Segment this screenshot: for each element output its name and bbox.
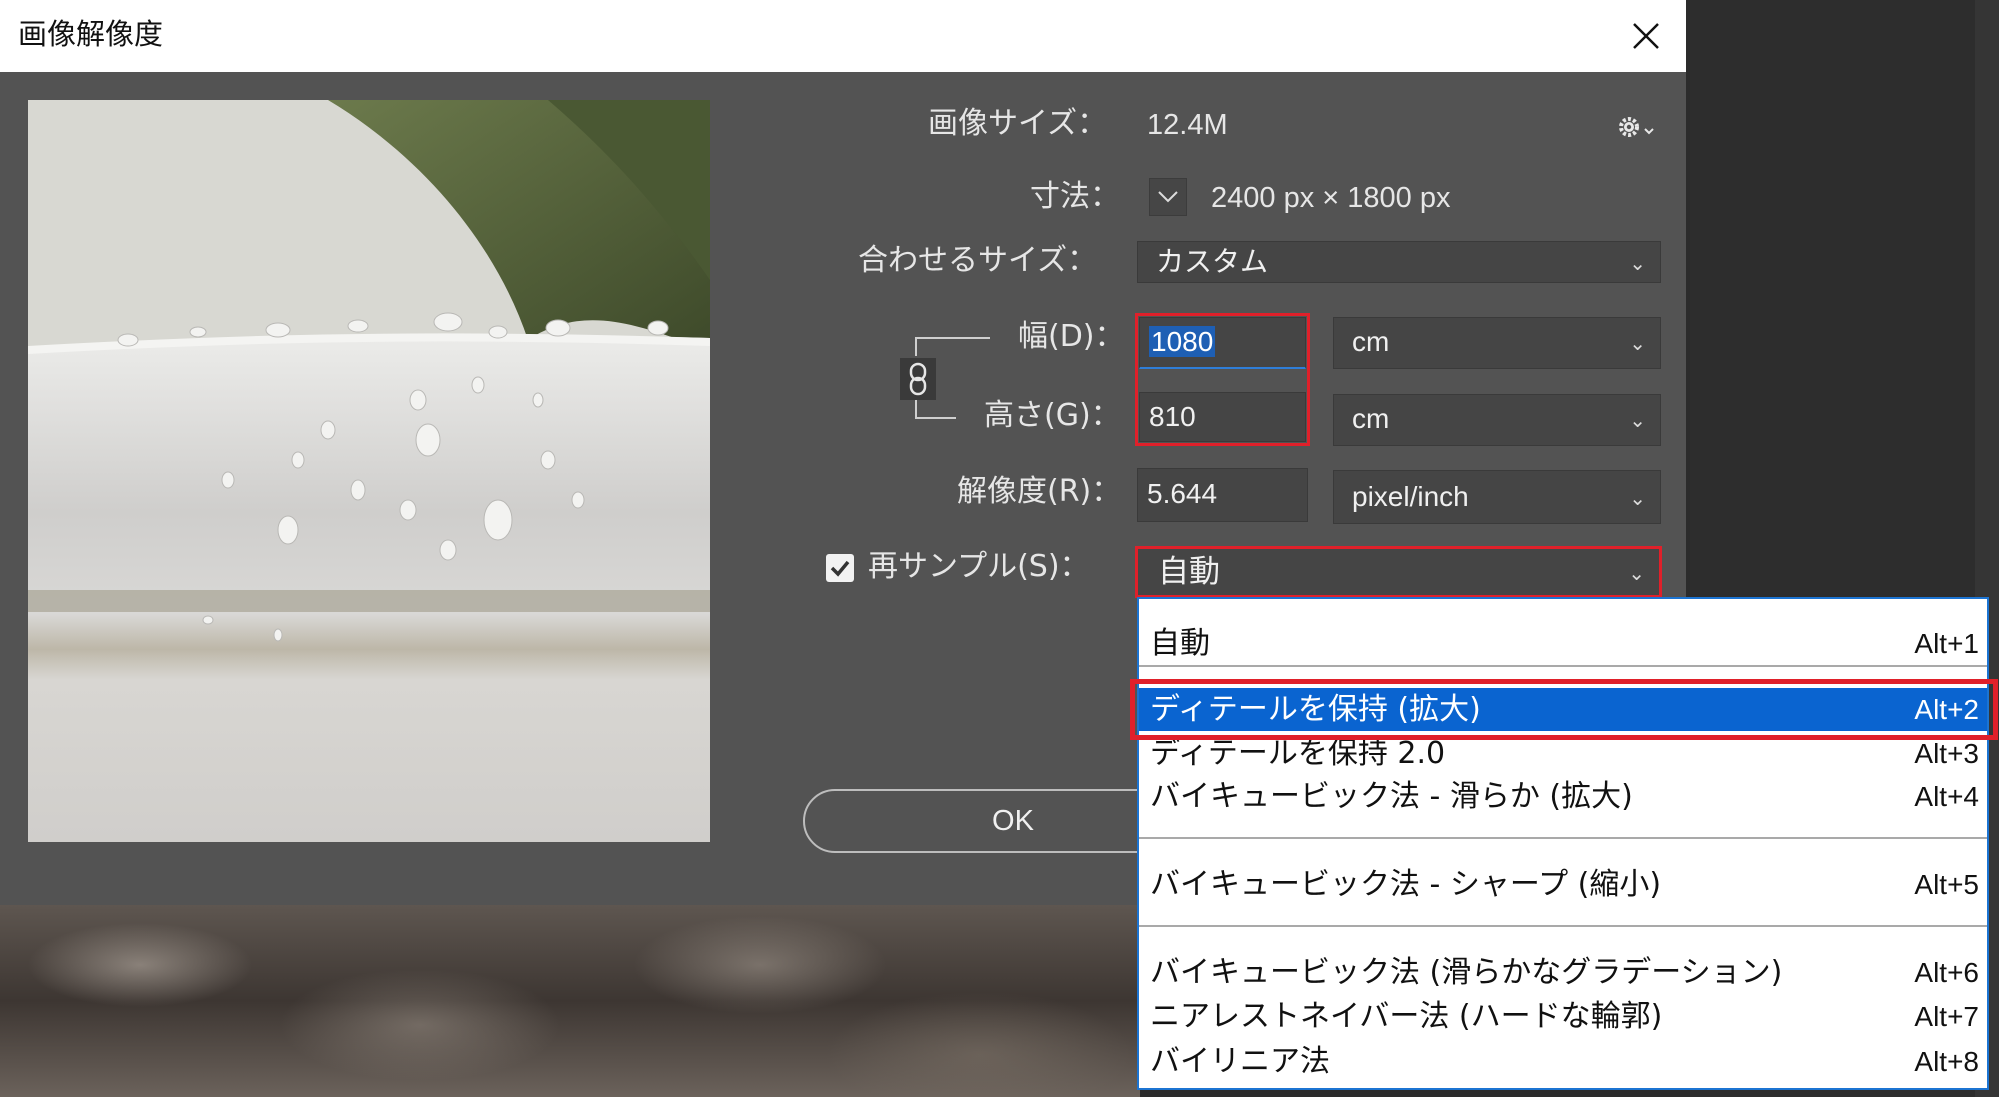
menu-item-auto[interactable]: 自動 Alt+1 — [1139, 624, 1987, 664]
menu-divider — [1139, 925, 1987, 927]
menu-item-bicubic-smoother[interactable]: バイキュービック法 - 滑らか (拡大) Alt+4 — [1139, 777, 1987, 817]
menu-item-shortcut: Alt+8 — [1914, 1046, 1979, 1077]
resolution-value: 5.644 — [1147, 478, 1218, 509]
menu-item-bilinear[interactable]: バイリニア法 Alt+8 — [1139, 1042, 1987, 1082]
menu-item-label: バイキュービック法 - シャープ (縮小) — [1150, 867, 1662, 902]
menu-item-bicubic-sharper[interactable]: バイキュービック法 - シャープ (縮小) Alt+5 — [1139, 865, 1987, 905]
menu-item-label: ディテールを保持 2.0 — [1150, 736, 1446, 771]
preview-image — [28, 100, 710, 842]
image-size-value: 12.4M — [1147, 109, 1228, 141]
dimensions-unit-toggle[interactable] — [1149, 178, 1187, 216]
checkmark-icon — [830, 560, 850, 577]
chevron-down-icon: ⌄ — [1629, 331, 1646, 355]
selected-item-highlight — [1130, 679, 1998, 740]
width-label: 幅(D)： — [1018, 319, 1125, 354]
width-unit-value: cm — [1352, 326, 1390, 357]
resolution-label: 解像度(R)： — [957, 474, 1122, 509]
menu-item-bicubic-gradients[interactable]: バイキュービック法 (滑らかなグラデーション) Alt+6 — [1139, 953, 1987, 993]
menu-item-label: バイリニア法 — [1150, 1044, 1330, 1079]
image-preview[interactable] — [28, 100, 710, 842]
chevron-down-icon: ⌄ — [1629, 251, 1646, 275]
settings-button[interactable] — [1614, 110, 1658, 144]
close-icon — [1633, 23, 1659, 49]
menu-divider — [1139, 665, 1987, 667]
width-input[interactable]: 1080 — [1139, 317, 1306, 369]
menu-item-label: バイキュービック法 - 滑らか (拡大) — [1150, 779, 1633, 814]
menu-item-shortcut: Alt+3 — [1914, 738, 1979, 769]
dialog-titlebar — [0, 0, 1686, 72]
constrain-proportions-button[interactable] — [900, 358, 936, 400]
resample-value: 自動 — [1158, 554, 1220, 590]
resample-checkbox[interactable] — [826, 554, 854, 582]
menu-item-shortcut: Alt+4 — [1914, 781, 1979, 812]
chevron-down-icon: ⌄ — [1629, 408, 1646, 432]
height-input[interactable]: 810 — [1139, 392, 1306, 442]
height-unit-value: cm — [1352, 403, 1390, 434]
resolution-unit-value: pixel/inch — [1352, 481, 1469, 512]
menu-item-nearest-neighbor[interactable]: ニアレストネイバー法 (ハードな輪郭) Alt+7 — [1139, 997, 1987, 1037]
width-unit-select[interactable]: cm ⌄ — [1333, 317, 1661, 369]
resample-menu: 自動 Alt+1 ディテールを保持 (拡大) Alt+2 ディテールを保持 2.… — [1137, 597, 1989, 1090]
chevron-down-icon: ⌄ — [1628, 561, 1645, 585]
fit-to-select[interactable]: カスタム ⌄ — [1137, 241, 1661, 283]
resample-select[interactable]: 自動 ⌄ — [1135, 546, 1662, 598]
height-unit-select[interactable]: cm ⌄ — [1333, 394, 1661, 446]
menu-item-shortcut: Alt+5 — [1914, 869, 1979, 900]
menu-divider — [1139, 837, 1987, 839]
menu-item-shortcut: Alt+7 — [1914, 1001, 1979, 1032]
resolution-unit-select[interactable]: pixel/inch ⌄ — [1333, 470, 1661, 524]
height-label: 高さ(G)： — [984, 398, 1121, 433]
close-button[interactable] — [1620, 10, 1672, 62]
width-value: 1080 — [1149, 326, 1216, 357]
chevron-down-icon — [1158, 191, 1178, 203]
dimensions-value: 2400 px × 1800 px — [1211, 182, 1451, 214]
gear-icon — [1619, 117, 1654, 137]
menu-item-label: ニアレストネイバー法 (ハードな輪郭) — [1150, 999, 1663, 1034]
menu-item-preserve-details-2[interactable]: ディテールを保持 2.0 Alt+3 — [1139, 734, 1987, 774]
height-value: 810 — [1149, 401, 1196, 432]
menu-item-label: 自動 — [1150, 626, 1210, 661]
chevron-down-icon: ⌄ — [1629, 486, 1646, 510]
menu-item-shortcut: Alt+1 — [1914, 628, 1979, 659]
fit-to-label: 合わせるサイズ： — [858, 243, 1098, 278]
link-icon — [909, 362, 927, 396]
fit-to-value: カスタム — [1156, 245, 1269, 278]
resolution-input[interactable]: 5.644 — [1137, 468, 1308, 522]
dimensions-label: 寸法： — [1030, 179, 1120, 214]
menu-item-shortcut: Alt+6 — [1914, 957, 1979, 988]
resample-label: 再サンプル(S)： — [868, 549, 1090, 584]
dialog-title: 画像解像度 — [18, 17, 164, 51]
image-size-label: 画像サイズ： — [928, 106, 1108, 141]
background-photo — [0, 905, 1140, 1097]
menu-item-label: バイキュービック法 (滑らかなグラデーション) — [1150, 955, 1783, 990]
